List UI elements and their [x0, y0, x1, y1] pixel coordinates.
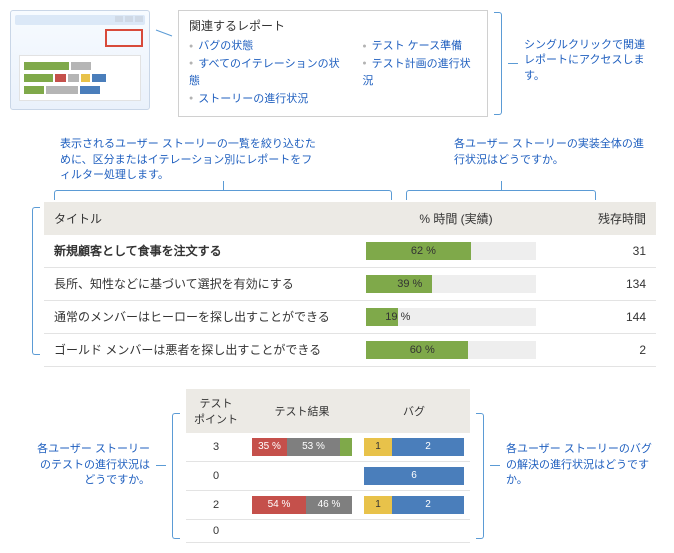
pct-bar: 62 %: [366, 242, 536, 260]
callout-progress: 各ユーザー ストーリーの実装全体の進行状況はどうですか。: [454, 137, 664, 183]
pct-bar: 60 %: [366, 341, 536, 359]
table-row: ゴールド メンバーは悪者を探し出すことができる 60 % 2: [44, 333, 656, 366]
test-result-bar: 35 %53 %: [252, 438, 352, 456]
callout-filter: 表示されるユーザー ストーリーの一覧を絞り込むために、区分またはイテレーション別…: [60, 137, 320, 183]
remaining-hours: 2: [556, 333, 656, 366]
table-row: 通常のメンバーはヒーローを探し出すことができる 19 % 144: [44, 300, 656, 333]
test-points: 0: [186, 461, 246, 490]
remaining-hours: 134: [556, 267, 656, 300]
window-thumbnail: [10, 10, 150, 110]
col-title: タイトル: [44, 202, 356, 235]
pct-bar-cell: 39 %: [356, 267, 556, 300]
col-bugs: バグ: [358, 389, 470, 433]
col-test-points: テスト ポイント: [186, 389, 246, 433]
table-row: 新規顧客として食事を注文する 62 % 31: [44, 235, 656, 268]
test-result-bar: 54 %46 %: [252, 496, 352, 514]
table-row: 06: [186, 461, 470, 490]
related-reports-title: 関連するレポート: [189, 17, 477, 34]
table-row: 0: [186, 519, 470, 542]
callout-bug-progress: 各ユーザー ストーリーのバグの解決の進行状況はどうですか。: [506, 442, 656, 488]
pct-bar: 39 %: [366, 275, 536, 293]
related-link[interactable]: テスト計画の進行状況: [362, 56, 477, 91]
pct-bar-cell: 60 %: [356, 333, 556, 366]
callout-single-click: シングルクリックで関連レポートにアクセスします。: [524, 10, 654, 84]
pct-bar-cell: 62 %: [356, 235, 556, 268]
related-reports-col2: テスト ケース準備 テスト計画の進行状況: [362, 38, 477, 108]
pct-bar: 19 %: [366, 308, 536, 326]
remaining-hours: 31: [556, 235, 656, 268]
test-points: 0: [186, 519, 246, 542]
callout-test-progress: 各ユーザー ストーリーのテストの進行状況はどうですか。: [30, 442, 150, 488]
related-link[interactable]: ストーリーの進行状況: [189, 91, 344, 109]
bug-bar: 12: [364, 496, 464, 514]
bug-bar: 12: [364, 438, 464, 456]
test-points: 2: [186, 490, 246, 519]
table-row: 3 35 %53 % 12: [186, 433, 470, 462]
col-remaining: 残存時間: [556, 202, 656, 235]
related-reports-panel: 関連するレポート バグの状態 すべてのイテレーションの状態 ストーリーの進行状況…: [178, 10, 488, 117]
pct-bar-cell: 19 %: [356, 300, 556, 333]
table-row: 2 54 %46 % 12: [186, 490, 470, 519]
story-title: 長所、知性などに基づいて選択を有効にする: [44, 267, 356, 300]
test-points: 3: [186, 433, 246, 462]
bug-bar: 6: [364, 467, 464, 485]
related-reports-col1: バグの状態 すべてのイテレーションの状態 ストーリーの進行状況: [189, 38, 344, 108]
related-link[interactable]: すべてのイテレーションの状態: [189, 56, 344, 91]
col-pct: % 時間 (実績): [356, 202, 556, 235]
related-link[interactable]: バグの状態: [189, 38, 344, 56]
remaining-hours: 144: [556, 300, 656, 333]
highlight-box: [105, 29, 143, 47]
story-progress-table: タイトル % 時間 (実績) 残存時間 新規顧客として食事を注文する 62 % 31…: [44, 202, 656, 367]
story-title: ゴールド メンバーは悪者を探し出すことができる: [44, 333, 356, 366]
story-title: 新規顧客として食事を注文する: [44, 235, 356, 268]
col-test-results: テスト結果: [246, 389, 358, 433]
related-link[interactable]: テスト ケース準備: [362, 38, 477, 56]
table-row: 長所、知性などに基づいて選択を有効にする 39 % 134: [44, 267, 656, 300]
story-title: 通常のメンバーはヒーローを探し出すことができる: [44, 300, 356, 333]
test-bug-table: テスト ポイント テスト結果 バグ 335 %53 %1206254 %46 %…: [186, 389, 470, 543]
